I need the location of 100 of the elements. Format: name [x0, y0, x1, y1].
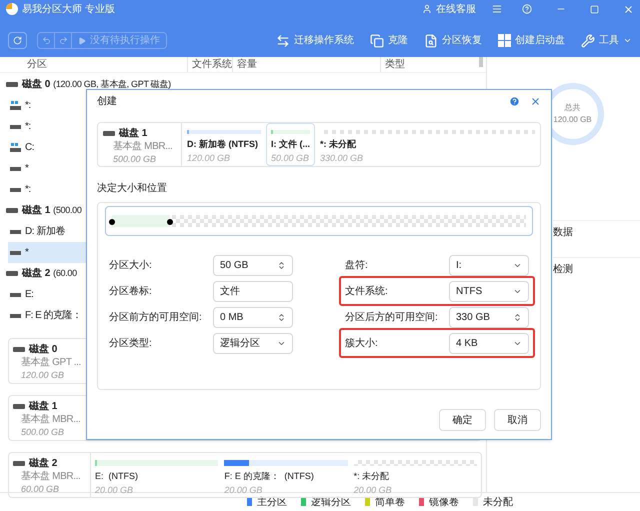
partition-block[interactable]: D: 新加卷 (NTFS) 120.00 GB — [182, 123, 266, 166]
redo-icon — [58, 36, 68, 45]
partition-row[interactable]: D: 新加卷 — [8, 221, 158, 242]
partition-bar[interactable] — [224, 460, 348, 466]
help-icon[interactable] — [522, 4, 532, 14]
column-header[interactable]: 分区 — [0, 57, 188, 72]
disk-size: 500.00 GB — [113, 153, 156, 165]
drive-icon — [13, 347, 25, 352]
partition-size: 120.00 GB — [187, 152, 232, 164]
total-value: 120.00 GB — [553, 114, 592, 126]
close-icon[interactable] — [623, 4, 634, 14]
drive-icon — [13, 404, 25, 409]
disk-name: 磁盘 1 — [29, 400, 58, 413]
disk-label[interactable]: 磁盘 1 (500.00 — [22, 203, 82, 218]
spin-field[interactable]: 330 GB — [449, 306, 529, 328]
disk-label[interactable]: 磁盘 0 (120.00 GB, 基本盘, GPT 磁盘) — [22, 77, 171, 92]
dropdown[interactable]: NTFS — [449, 280, 529, 302]
maximize-icon[interactable] — [590, 4, 599, 14]
partition-icon — [10, 166, 21, 170]
spin-field[interactable]: 0 MB — [213, 306, 293, 328]
slider-handle[interactable] — [109, 219, 115, 225]
user-icon[interactable] — [422, 4, 432, 14]
total-label: 总共 — [564, 102, 580, 114]
partition-label: D: 新加卷 (NTFS) — [187, 138, 259, 151]
field-label: 盘符: — [345, 258, 369, 272]
partition-icon — [10, 230, 21, 234]
chevron-down-icon — [623, 36, 632, 45]
windows-icon — [498, 34, 511, 47]
toolbar-button[interactable]: 工具 — [581, 33, 632, 48]
refresh-button[interactable] — [8, 32, 27, 49]
side-menu-item[interactable]: 检测 — [553, 257, 640, 277]
window-title: 易我分区大师 专业版 — [22, 2, 115, 16]
close-icon[interactable] — [530, 96, 541, 106]
disk-type: 基本盘 GPT ... — [21, 356, 81, 369]
toolbar-button[interactable]: 创建启动盘 — [498, 33, 565, 48]
spinner-icon[interactable] — [277, 312, 286, 322]
scrollbar[interactable] — [479, 57, 483, 67]
side-menu-item[interactable]: 数据 — [553, 220, 640, 240]
dropdown[interactable]: I: — [449, 254, 529, 276]
section-title: 决定大小和位置 — [97, 182, 168, 196]
dialog-title: 创建 — [97, 94, 117, 108]
drive-icon — [103, 131, 115, 136]
partition-label: E: (NTFS) — [95, 470, 139, 483]
spin-field[interactable]: 50 GB — [213, 254, 293, 276]
menu-icon[interactable] — [492, 4, 502, 14]
dialog-button[interactable]: 取消 — [494, 409, 541, 431]
wrench-icon — [581, 34, 595, 48]
size-slider[interactable] — [112, 215, 526, 227]
drive-icon — [13, 461, 25, 466]
dropdown[interactable]: 4 KB — [449, 332, 529, 354]
app-logo-icon — [6, 3, 18, 15]
undo-icon — [42, 36, 50, 45]
dropdown[interactable]: 逻辑分区 — [213, 332, 293, 354]
refresh-icon — [13, 36, 22, 45]
partition-size: 20.00 GB — [354, 484, 393, 496]
partition-size: 330.00 GB — [320, 152, 364, 164]
spinner-icon[interactable] — [513, 312, 522, 322]
help-icon[interactable] — [509, 96, 520, 106]
copy-icon — [370, 34, 384, 48]
partition-label: I: 文件 (... — [271, 138, 310, 151]
partition-icon — [10, 143, 21, 152]
disk-size: 500.00 GB — [21, 426, 64, 438]
disk-name: 磁盘 0 — [29, 343, 58, 356]
disk-size: 120.00 GB — [21, 369, 64, 381]
disk-type: 基本盘 MBR... — [113, 140, 172, 153]
partition-icon — [10, 124, 21, 128]
dialog-button[interactable]: 确定 — [439, 409, 486, 431]
drive-icon — [6, 208, 18, 213]
partition-size: 20.00 GB — [95, 484, 134, 496]
spinner-icon[interactable] — [277, 260, 286, 270]
play-icon — [78, 36, 86, 44]
swap-icon — [276, 34, 290, 48]
disk-card[interactable]: 磁盘 2 基本盘 MBR... 60.00 GB E: (NTFS) 20.00 GB F: E 的克隆： (NTFS) 20.00 GB *: 未分配 20.00 GB — [8, 452, 482, 498]
disk-name: 磁盘 1 — [119, 127, 148, 140]
partition-block[interactable]: *: 未分配 330.00 GB — [315, 123, 540, 166]
toolbar-button[interactable]: 克隆 — [370, 33, 408, 48]
partition-icon — [10, 188, 21, 192]
column-header[interactable]: 容量 — [233, 57, 381, 72]
disk-type: 基本盘 MBR... — [21, 413, 80, 426]
field-label: 分区前方的可用空间: — [109, 310, 203, 324]
partition-size: 50.00 GB — [271, 152, 310, 164]
disk-name: 磁盘 2 — [29, 457, 58, 470]
field-label: 分区类型: — [109, 336, 153, 350]
partition-icon — [10, 314, 21, 318]
legend-label: 未分配 — [483, 496, 513, 510]
drive-icon — [6, 271, 18, 276]
field-label: 分区卷标: — [109, 284, 153, 298]
disk-type: 基本盘 MBR... — [21, 470, 80, 483]
field-label: 分区后方的可用空间: — [345, 310, 439, 324]
toolbar-button[interactable]: 分区恢复 — [424, 33, 482, 48]
text-field[interactable]: 文件 — [213, 280, 293, 302]
column-header[interactable]: 文件系统 — [188, 57, 233, 72]
disk-label[interactable]: 磁盘 2 (60.00 — [22, 266, 77, 281]
partition-icon — [10, 101, 21, 110]
partition-label: *: 未分配 — [354, 470, 390, 483]
partition-block[interactable]: I: 文件 (... 50.00 GB — [266, 123, 315, 166]
legend-label: 镜像卷 — [429, 496, 459, 510]
column-header[interactable]: 类型 — [381, 57, 405, 72]
support-link[interactable]: 在线客服 — [436, 2, 476, 16]
toolbar-button[interactable]: 迁移操作系统 — [276, 33, 354, 48]
